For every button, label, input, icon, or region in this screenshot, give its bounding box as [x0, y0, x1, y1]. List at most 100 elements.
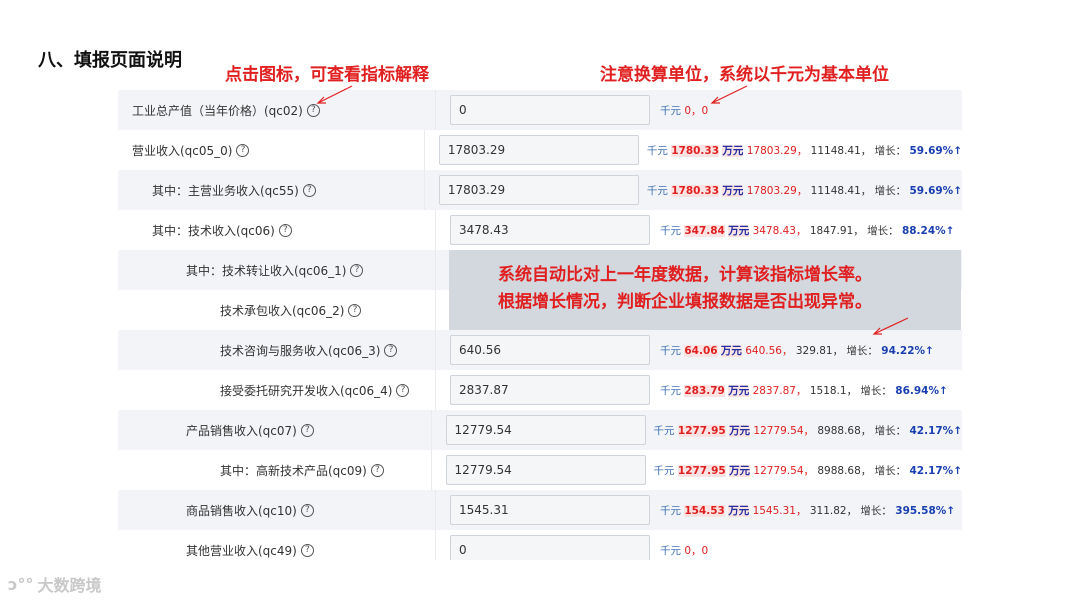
value-input[interactable] [450, 215, 650, 245]
report-form-table: 工业总产值（当年价格）(qc02)? 千元 0，0 营业收入(qc05_0)? 千元… [118, 90, 962, 560]
value-input[interactable] [438, 175, 639, 205]
unit-label: 千元 [660, 504, 681, 517]
growth-rate: 88.24%↑ [901, 224, 955, 237]
help-question-icon[interactable]: ? [384, 343, 398, 357]
wan-unit: 万元 [729, 464, 751, 477]
wan-unit: 万元 [729, 424, 751, 437]
value-input[interactable] [450, 335, 650, 365]
unit-label: 千元 [653, 424, 675, 437]
input-cell [436, 370, 652, 410]
current-year-value: 12779.54， [753, 464, 815, 477]
wan-value: 283.79 [684, 384, 725, 397]
unit-label: 千元 [653, 464, 675, 477]
help-question-icon[interactable]: ? [302, 183, 316, 197]
help-question-icon[interactable]: ? [300, 503, 314, 517]
help-question-icon[interactable]: ? [300, 543, 314, 557]
value-input[interactable] [450, 375, 650, 405]
comparison-info: 千元 0，0 [652, 103, 708, 118]
unit-label: 千元 [660, 544, 681, 557]
comparison-info: 千元 64.06 万元 640.56， 329.81， 增长： 94.22%↑ [652, 343, 934, 358]
value-input[interactable] [445, 455, 646, 485]
growth-hint-note: 系统自动比对上一年度数据，计算该指标增长率。 根据增长情况，判断企业填报数据是否出… [498, 262, 958, 316]
field-label: 其中：技术收入(qc06)? [118, 210, 436, 250]
value-input[interactable] [445, 415, 646, 445]
help-question-icon[interactable]: ? [350, 263, 364, 277]
field-label-text: 其中：技术收入(qc06) [152, 223, 275, 238]
field-label: 技术咨询与服务收入(qc06_3)? [118, 330, 436, 370]
wan-unit: 万元 [728, 504, 750, 517]
comparison-info: 千元 1780.33 万元 17803.29， 11148.41， 增长： 59… [639, 143, 962, 158]
comparison-info: 千元 1277.95 万元 12779.54， 8988.68， 增长： 42.… [646, 463, 962, 478]
previous-year-value: 1847.91， [809, 224, 864, 237]
field-label-text: 其中：主营业务收入(qc55) [152, 183, 299, 198]
growth-rate: 42.17%↑ [909, 464, 962, 477]
form-row: 产品销售收入(qc07)? 千元 1277.95 万元 12779.54， 898… [118, 410, 962, 450]
help-question-icon[interactable]: ? [278, 223, 292, 237]
form-row: 接受委托研究开发收入(qc06_4)? 千元 283.79 万元 2837.87，… [118, 370, 962, 410]
current-year-value: 17803.29， [746, 144, 808, 157]
wan-unit: 万元 [728, 224, 750, 237]
unit-label: 千元 [660, 104, 681, 117]
form-row: 技术咨询与服务收入(qc06_3)? 千元 64.06 万元 640.56， 32… [118, 330, 962, 370]
field-label-text: 商品销售收入(qc10) [186, 503, 297, 518]
help-question-icon[interactable]: ? [236, 143, 250, 157]
unit-hint-note: 注意换算单位，系统以千元为基本单位 [600, 65, 889, 85]
icon-hint-note: 点击图标，可查看指标解释 [225, 65, 429, 85]
wan-unit: 万元 [722, 144, 744, 157]
field-label: 其中：高新技术产品(qc09)? [118, 450, 432, 490]
help-question-icon[interactable]: ? [370, 463, 384, 477]
value-input[interactable] [438, 135, 639, 165]
watermark-text: 大数跨境 [37, 576, 102, 595]
unit-label: 千元 [646, 144, 668, 157]
input-cell [436, 90, 652, 130]
help-question-icon[interactable]: ? [396, 383, 410, 397]
current-year-value: 3478.43， [752, 224, 807, 237]
value-input[interactable] [450, 535, 650, 560]
field-label-text: 其他营业收入(qc49) [186, 543, 297, 558]
page-title: 八、填报页面说明 [38, 50, 182, 71]
growth-hint-line: 系统自动比对上一年度数据，计算该指标增长率。 [498, 265, 872, 285]
wan-unit: 万元 [728, 384, 750, 397]
previous-year-value: 11148.41， [810, 144, 872, 157]
wan-value: 1277.95 [677, 464, 726, 477]
comparison-info: 千元 1277.95 万元 12779.54， 8988.68， 增长： 42.… [646, 423, 962, 438]
previous-year-value: 11148.41， [810, 184, 872, 197]
field-label-text: 其中：技术转让收入(qc06_1) [186, 263, 347, 278]
input-cell [425, 130, 639, 170]
form-row: 商品销售收入(qc10)? 千元 154.53 万元 1545.31， 311.8… [118, 490, 962, 530]
help-question-icon[interactable]: ? [348, 303, 362, 317]
growth-rate: 59.69%↑ [909, 144, 962, 157]
field-label-text: 工业总产值（当年价格）(qc02) [132, 103, 303, 118]
help-question-icon[interactable]: ? [300, 423, 314, 437]
input-cell [432, 410, 646, 450]
previous-year-value: 8988.68， [817, 464, 872, 477]
previous-year-value: 311.82， [809, 504, 858, 517]
wan-value: 347.84 [684, 224, 725, 237]
form-row: 其中：主营业务收入(qc55)? 千元 1780.33 万元 17803.29， … [118, 170, 962, 210]
field-label: 产品销售收入(qc07)? [118, 410, 432, 450]
growth-label: 增长： [874, 424, 907, 437]
unit-label: 千元 [660, 344, 681, 357]
field-label: 技术承包收入(qc06_2)? [118, 290, 436, 330]
value-input[interactable] [450, 495, 650, 525]
value-input[interactable] [450, 95, 650, 125]
wan-value: 1277.95 [677, 424, 726, 437]
help-question-icon[interactable]: ? [306, 103, 320, 117]
field-label: 其他营业收入(qc49)? [118, 530, 436, 560]
input-cell [425, 170, 639, 210]
watermark: ↄ°° 大数跨境 [8, 572, 102, 596]
growth-rate: 395.58%↑ [895, 504, 956, 517]
wan-unit: 万元 [722, 184, 744, 197]
wan-value: 154.53 [684, 504, 725, 517]
growth-rate: 86.94%↑ [895, 384, 948, 397]
field-label-text: 技术咨询与服务收入(qc06_3) [220, 343, 381, 358]
field-label: 其中：技术转让收入(qc06_1)? [118, 250, 436, 290]
form-row: 其中：高新技术产品(qc09)? 千元 1277.95 万元 12779.54， … [118, 450, 962, 490]
comparison-info: 千元 154.53 万元 1545.31， 311.82， 增长： 395.58… [652, 503, 955, 518]
growth-label: 增长： [874, 464, 907, 477]
field-label: 其中：主营业务收入(qc55)? [118, 170, 425, 210]
current-year-value: 1545.31， [752, 504, 807, 517]
growth-label: 增长： [860, 504, 892, 517]
form-row: 其他营业收入(qc49)? 千元 0，0 [118, 530, 962, 560]
wan-unit: 万元 [720, 344, 742, 357]
